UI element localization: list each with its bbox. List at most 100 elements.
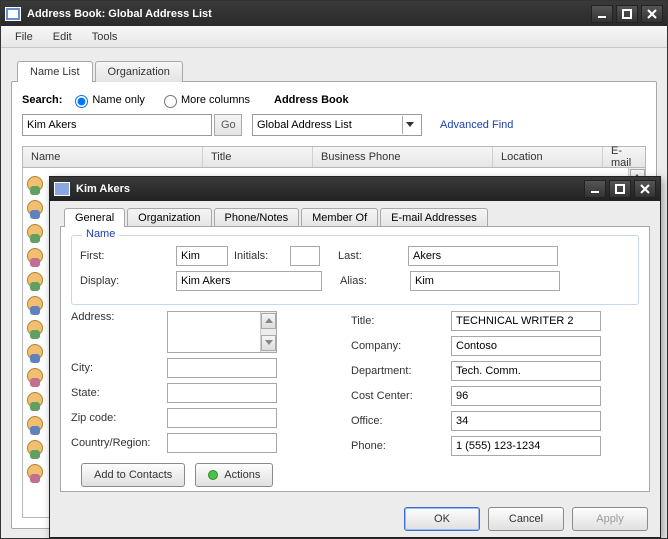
person-icon: [27, 392, 43, 408]
go-button[interactable]: Go: [214, 114, 242, 136]
search-input[interactable]: [22, 114, 212, 136]
maximize-button[interactable]: [616, 5, 638, 23]
scroll-down-icon[interactable]: [261, 335, 276, 351]
dialog-tabbar: General Organization Phone/Notes Member …: [64, 207, 650, 226]
address-field[interactable]: [167, 311, 277, 353]
tab-organization[interactable]: Organization: [95, 61, 183, 82]
lbl-country: Country/Region:: [71, 437, 167, 449]
menu-tools[interactable]: Tools: [82, 28, 128, 46]
col-title[interactable]: Title: [203, 147, 313, 167]
ok-button[interactable]: OK: [404, 507, 480, 531]
person-icon: [27, 248, 43, 264]
outer-titlebar[interactable]: Address Book: Global Address List: [1, 1, 667, 26]
lbl-costcenter: Cost Center:: [351, 390, 451, 402]
dialog-maximize-button[interactable]: [609, 180, 631, 198]
company-field[interactable]: [451, 336, 601, 356]
dialog-minimize-button[interactable]: [584, 180, 606, 198]
department-field[interactable]: [451, 361, 601, 381]
lbl-city: City:: [71, 362, 167, 374]
person-icon: [27, 224, 43, 240]
person-icon: [27, 416, 43, 432]
lbl-state: State:: [71, 387, 167, 399]
col-phone[interactable]: Business Phone: [313, 147, 493, 167]
grid-header: Name Title Business Phone Location E-mai…: [22, 146, 646, 168]
dlg-tab-email[interactable]: E-mail Addresses: [380, 208, 488, 227]
chevron-down-icon: [402, 116, 417, 134]
main-tabbar: Name List Organization: [17, 60, 657, 81]
apply-button: Apply: [572, 507, 648, 531]
person-icon: [27, 320, 43, 336]
list-icons: [27, 176, 43, 480]
person-icon: [27, 200, 43, 216]
green-dot-icon: [208, 470, 218, 480]
initials-field[interactable]: [290, 246, 320, 266]
lbl-address: Address:: [71, 311, 167, 323]
dlg-tab-general[interactable]: General: [64, 208, 125, 227]
city-field[interactable]: [167, 358, 277, 378]
person-icon: [27, 296, 43, 312]
person-icon: [27, 368, 43, 384]
minimize-button[interactable]: [591, 5, 613, 23]
first-field[interactable]: [176, 246, 228, 266]
dlg-tab-organization[interactable]: Organization: [127, 208, 211, 227]
dlg-tab-member-of[interactable]: Member Of: [301, 208, 378, 227]
costcenter-field[interactable]: [451, 386, 601, 406]
menu-edit[interactable]: Edit: [43, 28, 82, 46]
lbl-alias: Alias:: [340, 275, 410, 287]
office-field[interactable]: [451, 411, 601, 431]
contact-dialog: Kim Akers General Organization Phone/Not…: [49, 176, 661, 538]
cancel-button[interactable]: Cancel: [488, 507, 564, 531]
lbl-title: Title:: [351, 315, 451, 327]
person-icon: [27, 272, 43, 288]
phone-field[interactable]: [451, 436, 601, 456]
lbl-last: Last:: [338, 250, 408, 262]
address-book-value: Global Address List: [257, 119, 352, 131]
search-label: Search:: [22, 94, 62, 106]
dialog-footer: OK Cancel Apply: [404, 507, 648, 531]
state-field[interactable]: [167, 383, 277, 403]
person-icon: [27, 464, 43, 480]
col-location[interactable]: Location: [493, 147, 603, 167]
alias-field[interactable]: [410, 271, 560, 291]
col-email[interactable]: E-mail: [603, 147, 645, 167]
address-book-select[interactable]: Global Address List: [252, 114, 422, 136]
menubar: File Edit Tools: [1, 26, 667, 48]
last-field[interactable]: [408, 246, 558, 266]
title-field[interactable]: [451, 311, 601, 331]
menu-file[interactable]: File: [5, 28, 43, 46]
display-field[interactable]: [176, 271, 322, 291]
col-name[interactable]: Name: [23, 147, 203, 167]
close-button[interactable]: [641, 5, 663, 23]
window-title: Address Book: Global Address List: [27, 8, 212, 20]
lbl-display: Display:: [80, 275, 176, 287]
address-book-icon: [5, 7, 21, 21]
actions-button[interactable]: Actions: [195, 463, 273, 487]
dialog-titlebar[interactable]: Kim Akers: [50, 177, 660, 201]
tab-name-list[interactable]: Name List: [17, 61, 93, 82]
add-to-contacts-button[interactable]: Add to Contacts: [81, 463, 185, 487]
name-legend: Name: [82, 228, 119, 240]
radio-name-only-input[interactable]: [75, 95, 88, 108]
dialog-general-panel: Name First: Initials: Last: Display: Ali…: [60, 226, 650, 492]
lbl-initials: Initials:: [234, 250, 290, 262]
dlg-tab-phone-notes[interactable]: Phone/Notes: [214, 208, 300, 227]
dialog-close-button[interactable]: [634, 180, 656, 198]
person-icon: [27, 344, 43, 360]
name-fieldset: Name First: Initials: Last: Display: Ali…: [71, 235, 639, 305]
lbl-office: Office:: [351, 415, 451, 427]
country-field[interactable]: [167, 433, 277, 453]
contact-card-icon: [54, 182, 70, 196]
address-book-label: Address Book: [274, 94, 349, 106]
lbl-department: Department:: [351, 365, 451, 377]
lbl-company: Company:: [351, 340, 451, 352]
scroll-up-icon[interactable]: [261, 313, 276, 329]
lbl-first: First:: [80, 250, 176, 262]
lbl-zip: Zip code:: [71, 412, 167, 424]
dialog-title: Kim Akers: [76, 183, 130, 195]
advanced-find-link[interactable]: Advanced Find: [440, 119, 513, 131]
zip-field[interactable]: [167, 408, 277, 428]
radio-more-columns-input[interactable]: [164, 95, 177, 108]
radio-more-columns[interactable]: More columns: [159, 92, 250, 108]
lbl-phone: Phone:: [351, 440, 451, 452]
radio-name-only[interactable]: Name only: [70, 92, 145, 108]
